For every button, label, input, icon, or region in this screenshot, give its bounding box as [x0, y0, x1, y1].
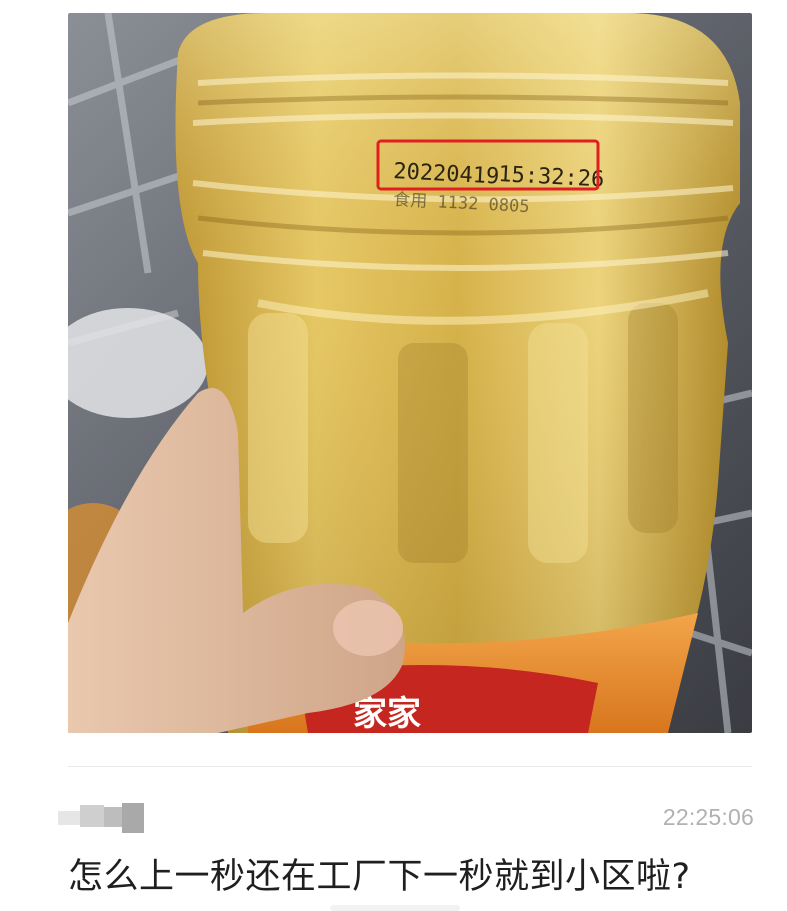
post-timestamp: 22:25:06 — [662, 804, 754, 830]
bottom-fade — [330, 905, 460, 911]
post-caption: 怎么上一秒还在工厂下一秒就到小区啦? — [68, 857, 691, 897]
blurred-username[interactable] — [58, 803, 144, 833]
oil-bottle-photo[interactable]: 20220419 15:32:26 食用 1132 0805 家家 — [68, 13, 752, 733]
thumb-nail — [333, 600, 403, 656]
brand-mark: 家家 — [353, 694, 421, 733]
divider — [68, 766, 752, 767]
